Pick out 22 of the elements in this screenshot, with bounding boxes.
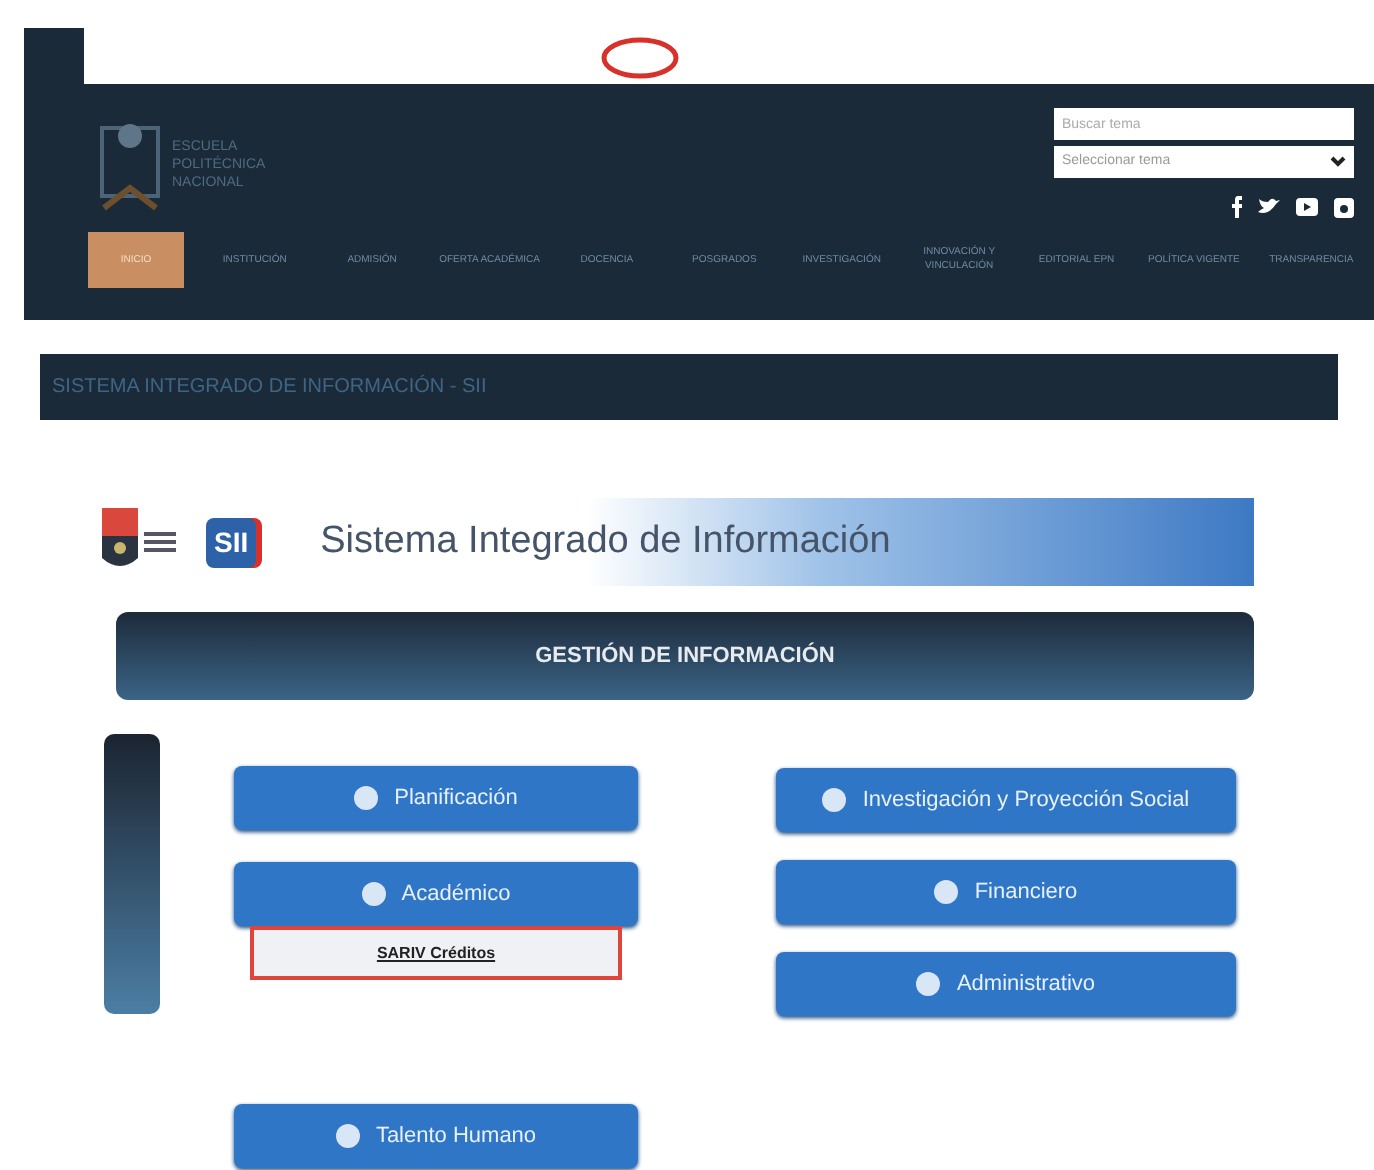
circle-icon: [934, 880, 959, 904]
breadcrumb-bar: SISTEMA INTEGRADO DE INFORMACIÓN - SII: [40, 354, 1338, 420]
submenu-link[interactable]: SARIV Créditos: [250, 926, 622, 980]
circle-mark-icon: [600, 36, 680, 80]
camera-icon[interactable]: [1334, 197, 1354, 217]
bird-icon[interactable]: [1258, 198, 1280, 216]
menu-button[interactable]: Académico: [234, 862, 638, 926]
circle-icon: [335, 1124, 360, 1148]
circle-icon: [916, 972, 941, 996]
menu-button[interactable]: Administrativo: [776, 952, 1236, 1016]
menu-button[interactable]: Talento Humano: [234, 1104, 638, 1168]
chevron-down-icon: [1330, 156, 1346, 168]
menu-button[interactable]: Investigación y Proyección Social: [776, 768, 1236, 832]
menu-button[interactable]: Planificación: [234, 766, 638, 830]
circle-icon: [822, 788, 847, 812]
menu-button[interactable]: Financiero: [776, 860, 1236, 924]
circle-icon: [361, 882, 386, 906]
circle-icon: [354, 786, 379, 810]
sii-logo: SII: [206, 517, 257, 567]
section-header: GESTIÓN DE INFORMACIÓN: [116, 612, 1254, 700]
play-icon[interactable]: [1296, 198, 1318, 216]
facebook-icon[interactable]: [1230, 196, 1242, 218]
